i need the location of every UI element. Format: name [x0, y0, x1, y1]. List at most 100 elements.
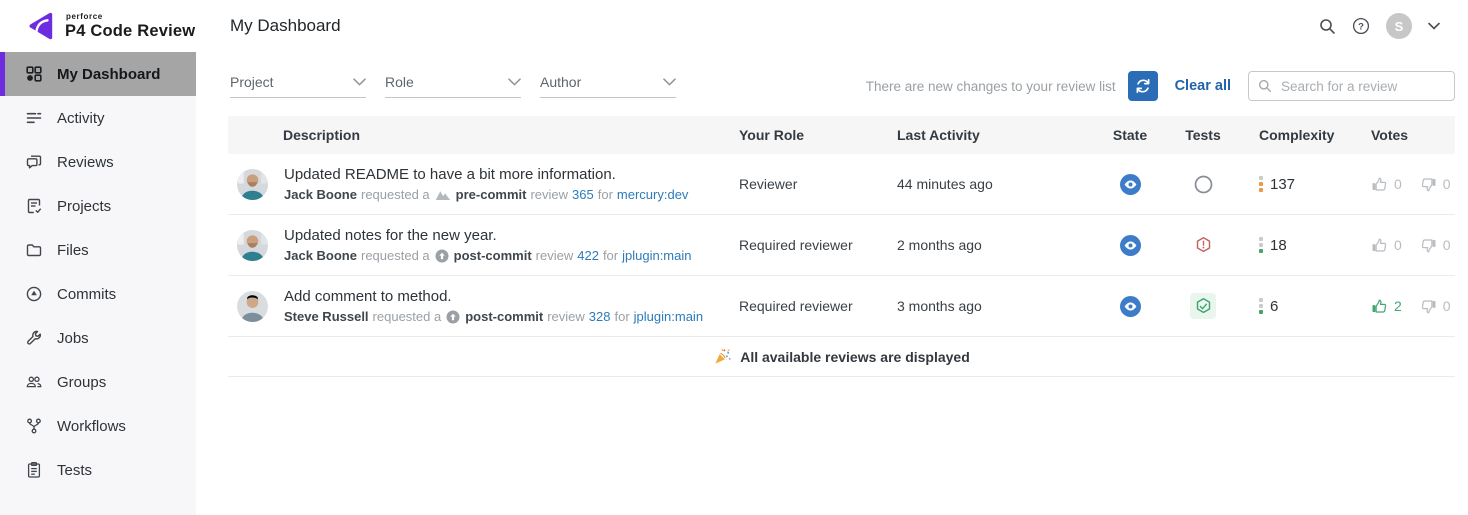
refresh-button[interactable]: [1127, 71, 1158, 101]
sidebar-item-reviews[interactable]: Reviews: [0, 140, 196, 184]
chevron-down-icon: [663, 78, 676, 86]
your-role-cell: Required reviewer: [739, 298, 853, 314]
sidebar-item-label: Projects: [57, 197, 112, 215]
filter-label: Author: [540, 74, 582, 90]
sidebar-item-groups[interactable]: Groups: [0, 360, 196, 404]
downvote-count: 0: [1442, 298, 1451, 314]
downvote-count: 0: [1442, 176, 1451, 192]
files-icon: [25, 241, 43, 259]
branch-link[interactable]: mercury:dev: [617, 187, 689, 202]
search-input[interactable]: [1279, 77, 1445, 95]
complexity-value: 18: [1270, 236, 1287, 254]
author-name: Steve Russell: [284, 309, 369, 324]
last-activity-cell: 44 minutes ago: [897, 176, 993, 192]
activity-icon: [25, 109, 43, 127]
column-votes: Votes: [1371, 127, 1409, 143]
sidebar-item-label: Tests: [57, 461, 93, 479]
upvote-count: 0: [1394, 176, 1402, 192]
last-activity-cell: 3 months ago: [897, 298, 982, 314]
state-viewing-icon: [1119, 173, 1141, 195]
column-last-activity: Last Activity: [897, 127, 980, 143]
your-role-cell: Required reviewer: [739, 237, 853, 253]
filter-dropdown-project[interactable]: Project: [230, 74, 366, 98]
app-logo[interactable]: perforce P4 Code Review: [0, 11, 196, 41]
column-description: Description: [283, 127, 361, 143]
svg-text:?: ?: [1358, 21, 1364, 32]
sidebar-item-activity[interactable]: Activity: [0, 96, 196, 140]
sidebar-item-label: Files: [57, 241, 89, 259]
complexity-value: 137: [1270, 175, 1296, 193]
complexity-indicator-icon: [1259, 237, 1263, 253]
refresh-icon: [1135, 78, 1151, 94]
review-title: Updated notes for the new year.: [284, 227, 497, 244]
commit-type-icon: [446, 310, 460, 324]
filter-label: Project: [230, 74, 274, 90]
thumbs-down-icon: [1420, 298, 1437, 315]
votes-cell: 0 0: [1359, 237, 1455, 254]
author-name: Jack Boone: [284, 248, 357, 263]
tests-failed-icon: [1190, 232, 1216, 258]
column-complexity: Complexity: [1259, 127, 1335, 143]
downvote-count: 0: [1442, 237, 1451, 253]
topbar: perforce P4 Code Review My Dashboard ? S: [0, 0, 1468, 52]
user-avatar[interactable]: S: [1386, 13, 1412, 39]
sidebar-item-files[interactable]: Files: [0, 228, 196, 272]
thumbs-up-icon: [1371, 176, 1388, 193]
commit-type-icon: [435, 188, 451, 201]
main-content: Project Role Author There are new change…: [196, 52, 1468, 515]
votes-cell: 2 0: [1359, 298, 1455, 315]
help-icon[interactable]: ?: [1352, 17, 1370, 35]
filter-dropdown-author[interactable]: Author: [540, 74, 676, 98]
tests-icon: [25, 461, 43, 479]
workflows-icon: [25, 417, 43, 435]
avatar: [237, 290, 268, 322]
sidebar-item-jobs[interactable]: Jobs: [0, 316, 196, 360]
sidebar-item-label: Workflows: [57, 417, 126, 435]
sidebar-item-workflows[interactable]: Workflows: [0, 404, 196, 448]
sidebar-item-label: Reviews: [57, 153, 114, 171]
commits-icon: [25, 285, 43, 303]
filter-label: Role: [385, 74, 414, 90]
tests-passed-icon: [1190, 293, 1216, 319]
branch-link[interactable]: jplugin:main: [634, 309, 703, 324]
thumbs-up-icon: [1371, 298, 1388, 315]
filter-toolbar: Project Role Author There are new change…: [230, 68, 1455, 104]
sidebar-item-commits[interactable]: Commits: [0, 272, 196, 316]
dashboard-icon: [25, 65, 43, 83]
chevron-down-icon: [353, 78, 366, 86]
review-id-link[interactable]: 422: [577, 248, 599, 263]
upvote-count: 0: [1394, 237, 1402, 253]
votes-cell: 0 0: [1359, 176, 1455, 193]
sidebar-item-my-dashboard[interactable]: My Dashboard: [0, 52, 196, 96]
review-id-link[interactable]: 328: [589, 309, 611, 324]
commit-type-label: post-commit: [465, 309, 544, 324]
search-icon[interactable]: [1319, 18, 1336, 35]
complexity-indicator-icon: [1259, 176, 1263, 192]
chevron-down-icon[interactable]: [1428, 22, 1440, 30]
column-tests: Tests: [1185, 127, 1221, 143]
reviews-table: Description Your Role Last Activity Stat…: [228, 116, 1455, 377]
sidebar-item-projects[interactable]: Projects: [0, 184, 196, 228]
table-row[interactable]: Add comment to method. Steve Russell req…: [228, 276, 1455, 337]
jobs-icon: [25, 329, 43, 347]
groups-icon: [25, 373, 43, 391]
table-header: Description Your Role Last Activity Stat…: [228, 116, 1455, 154]
table-row[interactable]: Updated notes for the new year. Jack Boo…: [228, 215, 1455, 276]
perforce-logo-icon: [26, 11, 56, 41]
thumbs-down-icon: [1420, 176, 1437, 193]
projects-icon: [25, 197, 43, 215]
page-title: My Dashboard: [230, 16, 341, 35]
branch-link[interactable]: jplugin:main: [622, 248, 691, 263]
review-title: Add comment to method.: [284, 288, 452, 305]
reviews-icon: [25, 153, 43, 171]
table-row[interactable]: Updated README to have a bit more inform…: [228, 154, 1455, 215]
avatar: [237, 168, 268, 200]
clear-all-button[interactable]: Clear all: [1175, 78, 1231, 94]
your-role-cell: Reviewer: [739, 176, 798, 192]
sidebar-item-label: Groups: [57, 373, 107, 391]
review-id-link[interactable]: 365: [572, 187, 594, 202]
brand-name: P4 Code Review: [65, 21, 196, 40]
sidebar-item-tests[interactable]: Tests: [0, 448, 196, 492]
filter-dropdown-role[interactable]: Role: [385, 74, 521, 98]
tests-pending-icon: [1190, 171, 1216, 197]
